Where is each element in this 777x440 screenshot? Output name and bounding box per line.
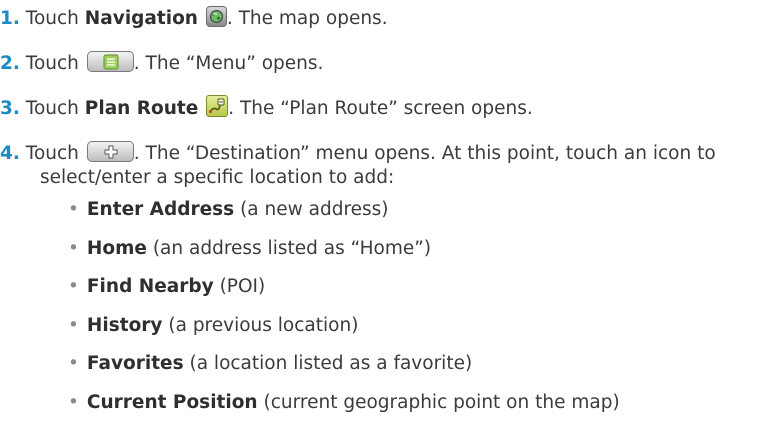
step-number: 2.: [0, 53, 20, 74]
step-number: 4.: [0, 143, 20, 164]
step-1: 1. Touch Navigation . The map opens.: [0, 4, 388, 33]
step-text-post: . The “Destination” menu opens. At this …: [133, 143, 716, 164]
bullet: •: [68, 391, 79, 413]
option-label: Find Nearby: [86, 276, 214, 297]
option-description: (a new address): [234, 199, 389, 220]
bullet: •: [68, 353, 79, 374]
bullet: •: [68, 276, 79, 297]
option-description: (a previous location): [162, 314, 359, 336]
step-text-post: . The “Plan Route” screen opens.: [228, 98, 533, 119]
option-description: (current geographic point on the map): [257, 391, 620, 413]
list-item: • History (a previous location): [68, 311, 620, 350]
option-description: (an address listed as “Home”): [146, 237, 432, 259]
option-label: Favorites: [86, 353, 184, 374]
option-label: Home: [86, 237, 147, 259]
option-label: History: [86, 314, 163, 336]
step-number: 1.: [0, 8, 20, 29]
menu-button-icon: [86, 51, 134, 72]
bullet: •: [68, 199, 79, 220]
step-3: 3. Touch Plan Route . The “Plan Route” s…: [0, 94, 533, 123]
step-4-continuation: select/enter a specific location to add:: [40, 167, 395, 188]
step-bold-label: Navigation: [84, 8, 198, 29]
list-item: • Current Position (current geographic po…: [68, 388, 620, 427]
add-plus-button-icon: [86, 141, 134, 162]
navigation-globe-icon: [205, 6, 227, 27]
bullet: •: [68, 314, 79, 336]
step-number: 3.: [0, 98, 20, 119]
step-text-post: . The map opens.: [226, 8, 388, 29]
step-text-pre: Touch: [25, 53, 79, 74]
step-2: 2. Touch . The “Menu” opens.: [0, 49, 323, 78]
option-label: Enter Address: [86, 199, 235, 220]
instruction-page: 1. Touch Navigation . The map opens. 2. …: [0, 0, 777, 440]
step-text-pre: Touch: [25, 143, 79, 164]
option-label: Current Position: [86, 391, 258, 413]
plan-route-icon: [206, 95, 229, 117]
step-text-post: . The “Menu” opens.: [133, 53, 324, 74]
step-bold-label: Plan Route: [84, 98, 199, 119]
list-item: • Home (an address listed as “Home”): [68, 234, 620, 273]
list-item: • Favorites (a location listed as a favor…: [68, 349, 620, 388]
list-item: • Find Nearby (POI): [68, 272, 620, 311]
bullet: •: [68, 237, 79, 259]
option-description: (POI): [213, 276, 266, 297]
step-text-pre: Touch: [25, 8, 79, 29]
step-text-pre: Touch: [25, 98, 79, 119]
list-item: • Enter Address (a new address): [68, 195, 620, 234]
destination-options-list: • Enter Address (a new address) • Home (an…: [68, 195, 620, 426]
option-description: (a location listed as a favorite): [183, 353, 473, 374]
